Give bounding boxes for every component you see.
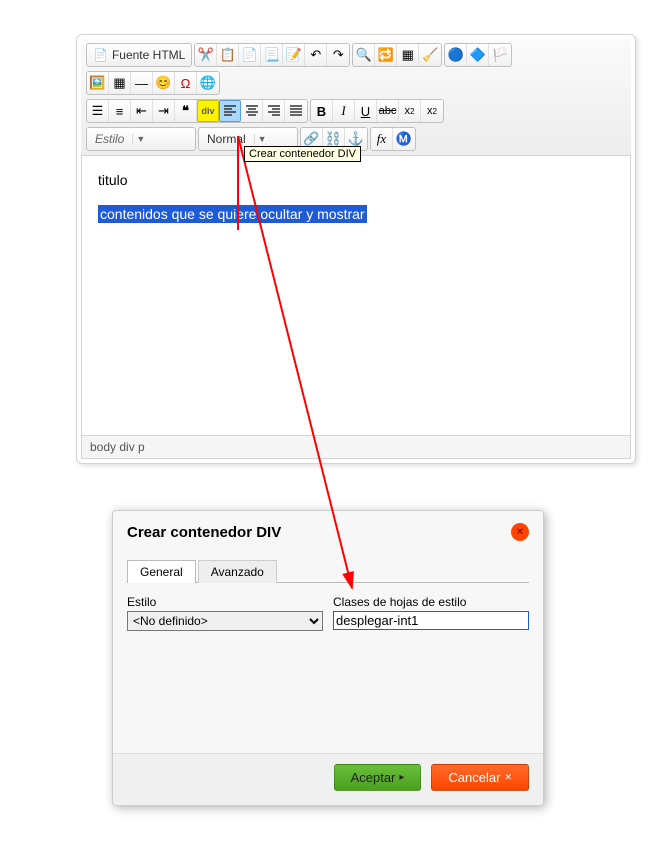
create-div-button[interactable]: div (197, 100, 219, 122)
toolbar-row-2: 🖼️ ▦ — 😊 Ω 🌐 (83, 69, 629, 97)
copy-icon[interactable]: 📋 (217, 44, 239, 66)
paste-word-icon[interactable]: 📝 (283, 44, 305, 66)
strike-button[interactable]: abc (377, 100, 399, 122)
undo-icon[interactable]: ↶ (305, 44, 327, 66)
indent-icon[interactable]: ⇥ (153, 100, 175, 122)
dialog-title: Crear contenedor DIV (127, 524, 281, 541)
fx-icon[interactable]: fx (371, 128, 393, 150)
statusbar: body div p (81, 436, 631, 459)
superscript-button[interactable]: x2 (421, 100, 443, 122)
class-input[interactable] (333, 611, 529, 630)
align-justify-icon[interactable] (285, 100, 307, 122)
outdent-icon[interactable]: ⇤ (131, 100, 153, 122)
toolbar-row-3: ☰ ≡ ⇤ ⇥ ❝ div B (83, 97, 629, 125)
image-icon[interactable]: 🖼️ (87, 72, 109, 94)
cancel-button[interactable]: Cancelar (431, 764, 529, 791)
toolbar-row-1: 📄Fuente HTML ✂️ 📋 📄 📃 📝 ↶ ↷ 🔍 🔁 ▦ 🧹 🔵 (83, 41, 629, 69)
subscript-button[interactable]: x2 (399, 100, 421, 122)
create-div-dialog: Crear contenedor DIV ✕ General Avanzado … (112, 510, 544, 806)
misc-icon[interactable]: Ⓜ️ (393, 128, 415, 150)
preview-icon[interactable]: 🔷 (467, 44, 489, 66)
style-field-label: Estilo (127, 595, 323, 609)
specialchar-icon[interactable]: Ω (175, 72, 197, 94)
align-center-icon[interactable] (241, 100, 263, 122)
flag-icon[interactable]: 🏳️ (489, 44, 511, 66)
dialog-tabs: General Avanzado (127, 549, 529, 583)
close-icon[interactable]: ✕ (511, 523, 529, 541)
align-left-icon[interactable] (219, 100, 241, 122)
class-field-label: Clases de hojas de estilo (333, 595, 529, 609)
style-combo[interactable]: Estilo▼ (86, 127, 196, 151)
globe-icon[interactable]: 🌐 (197, 72, 219, 94)
find-icon[interactable]: 🔍 (353, 44, 375, 66)
bulletlist-icon[interactable]: ≡ (109, 100, 131, 122)
tab-advanced[interactable]: Avanzado (198, 560, 277, 583)
hr-icon[interactable]: — (131, 72, 153, 94)
dialog-body: Estilo <No definido> Clases de hojas de … (113, 583, 543, 753)
style-select[interactable]: <No definido> (127, 611, 323, 631)
replace-icon[interactable]: 🔁 (375, 44, 397, 66)
div-tooltip: Crear contenedor DIV (244, 146, 361, 162)
italic-button[interactable]: I (333, 100, 355, 122)
table-icon[interactable]: ▦ (109, 72, 131, 94)
editor-container: 📄Fuente HTML ✂️ 📋 📄 📃 📝 ↶ ↷ 🔍 🔁 ▦ 🧹 🔵 (76, 34, 636, 464)
blockquote-icon[interactable]: ❝ (175, 100, 197, 122)
underline-button[interactable]: U (355, 100, 377, 122)
content-selected-text: contenidos que se quiere ocultar y mostr… (98, 205, 367, 223)
removeformat-icon[interactable]: 🧹 (419, 44, 441, 66)
dialog-header: Crear contenedor DIV ✕ (113, 511, 543, 549)
content-title: titulo (98, 172, 614, 188)
source-button[interactable]: 📄Fuente HTML (87, 44, 191, 66)
content-area[interactable]: titulo contenidos que se quiere ocultar … (81, 156, 631, 436)
cut-icon[interactable]: ✂️ (195, 44, 217, 66)
numberedlist-icon[interactable]: ☰ (87, 100, 109, 122)
align-right-icon[interactable] (263, 100, 285, 122)
bold-button[interactable]: B (311, 100, 333, 122)
selectall-icon[interactable]: ▦ (397, 44, 419, 66)
media-icon[interactable]: 🔵 (445, 44, 467, 66)
paste-text-icon[interactable]: 📃 (261, 44, 283, 66)
tab-general[interactable]: General (127, 560, 196, 583)
paste-icon[interactable]: 📄 (239, 44, 261, 66)
accept-button[interactable]: Aceptar (334, 764, 422, 791)
dialog-footer: Aceptar Cancelar (113, 753, 543, 805)
toolbar: 📄Fuente HTML ✂️ 📋 📄 📃 📝 ↶ ↷ 🔍 🔁 ▦ 🧹 🔵 (81, 39, 631, 156)
redo-icon[interactable]: ↷ (327, 44, 349, 66)
smiley-icon[interactable]: 😊 (153, 72, 175, 94)
